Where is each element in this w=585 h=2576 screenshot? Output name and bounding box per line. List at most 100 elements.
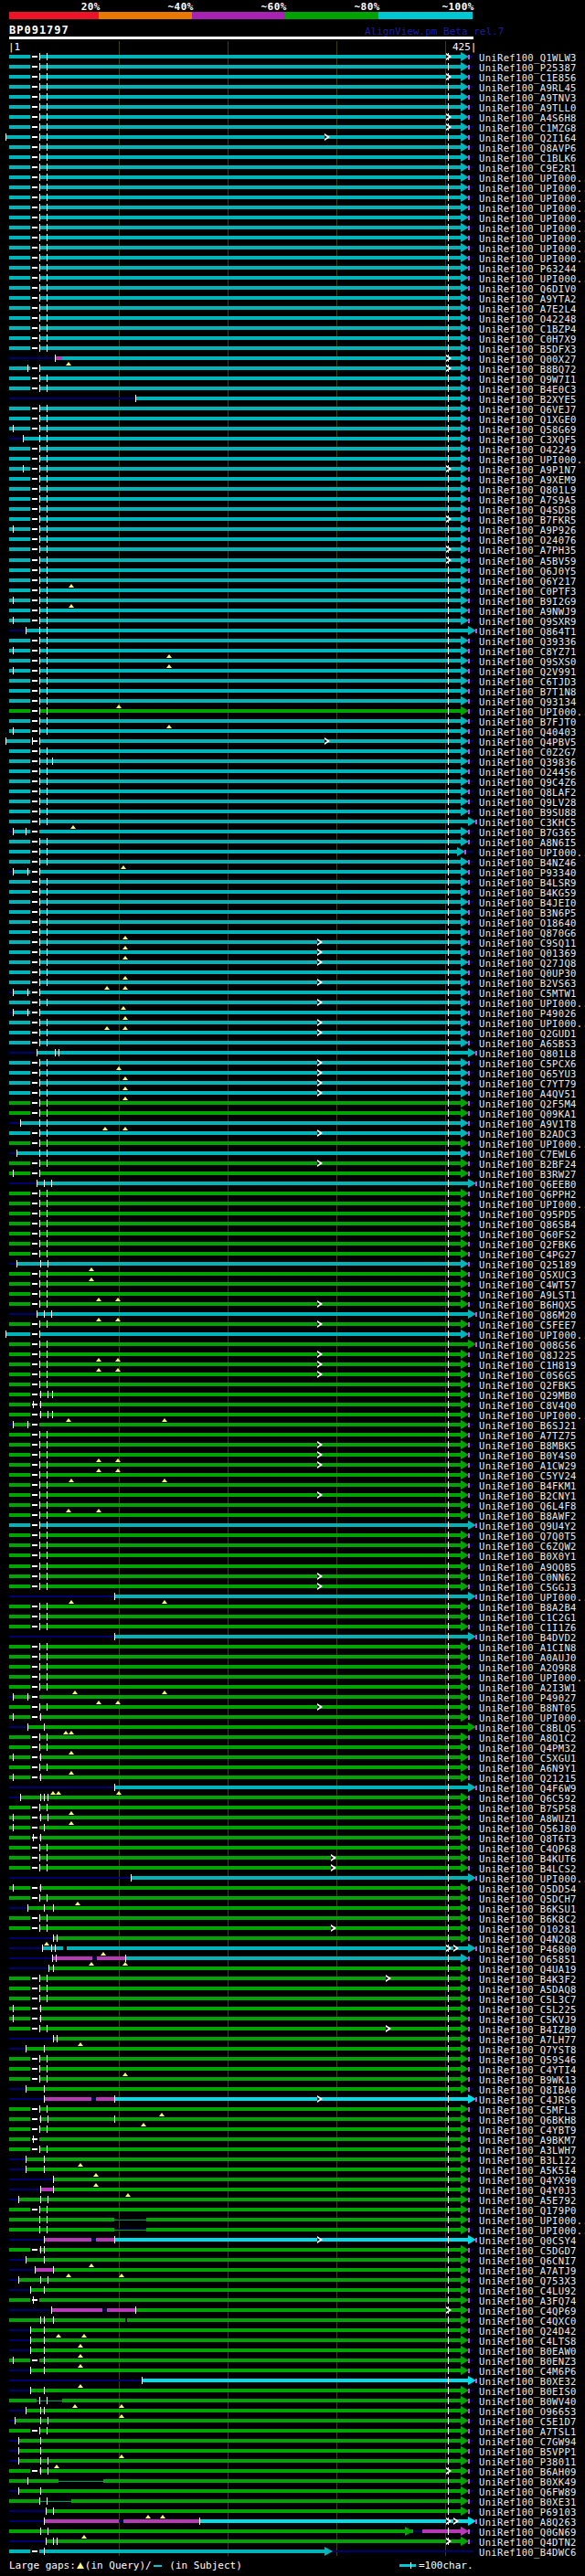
alignment-arrow bbox=[461, 253, 469, 262]
boundary-tick bbox=[39, 1854, 40, 1861]
hollow-arrow-inner bbox=[317, 1463, 320, 1467]
boundary-tick bbox=[39, 2427, 40, 2434]
gap-subject-dash-icon bbox=[32, 1524, 37, 1526]
boundary-tick bbox=[47, 1481, 48, 1489]
boundary-tick bbox=[47, 465, 48, 472]
boundary-tick bbox=[53, 2176, 54, 2183]
alignment-arrow bbox=[461, 313, 469, 323]
alignment-bar bbox=[9, 930, 461, 934]
alignment-bar bbox=[9, 336, 461, 340]
alignment-bar bbox=[13, 1695, 461, 1699]
boundary-tick bbox=[39, 184, 40, 191]
boundary-tick bbox=[39, 485, 40, 493]
boundary-tick bbox=[448, 1140, 449, 1147]
boundary-tick bbox=[18, 2457, 19, 2465]
alignment-bar bbox=[9, 1776, 461, 1779]
boundary-tick bbox=[448, 1603, 449, 1610]
alignment-bar bbox=[26, 2168, 461, 2171]
gap-subject-dash-icon bbox=[32, 881, 37, 883]
gap-query-triangle-icon bbox=[145, 2515, 151, 2518]
boundary-tick bbox=[32, 737, 33, 745]
boundary-tick bbox=[448, 2146, 449, 2153]
alignment-bar bbox=[37, 1182, 468, 1185]
alignment-bar bbox=[9, 2077, 461, 2081]
boundary-tick bbox=[40, 1884, 41, 1892]
boundary-tick bbox=[39, 1532, 40, 1539]
alignment-bar bbox=[27, 1906, 461, 1910]
alignment-arrow bbox=[461, 656, 469, 665]
gap-subject-dash-icon bbox=[32, 831, 37, 832]
boundary-tick bbox=[448, 103, 449, 111]
boundary-tick bbox=[47, 1552, 48, 1559]
boundary-tick bbox=[448, 1904, 449, 1912]
boundary-tick bbox=[39, 415, 40, 422]
alignment-bar bbox=[9, 346, 461, 350]
gap-subject-dash-icon bbox=[32, 1606, 37, 1607]
hollow-arrow-inner bbox=[386, 1977, 388, 1980]
alignment-arrow bbox=[461, 978, 469, 987]
boundary-tick bbox=[448, 1733, 449, 1741]
alignment-bar bbox=[114, 1595, 468, 1598]
boundary-tick bbox=[47, 63, 48, 70]
boundary-tick bbox=[42, 1945, 43, 1952]
boundary-tick bbox=[47, 577, 48, 584]
gap-query-triangle-icon bbox=[69, 1811, 74, 1815]
boundary-tick bbox=[13, 1713, 14, 1721]
boundary-tick bbox=[48, 1965, 49, 1972]
alignment-bar bbox=[199, 2519, 468, 2523]
boundary-tick bbox=[448, 2166, 449, 2173]
boundary-tick bbox=[448, 1220, 449, 1227]
boundary-tick bbox=[13, 1814, 14, 1821]
alignment-bar bbox=[9, 1342, 468, 1346]
boundary-tick bbox=[448, 234, 449, 241]
alignment-bar bbox=[9, 1433, 461, 1436]
alignment-arrow bbox=[461, 958, 469, 967]
boundary-tick bbox=[39, 969, 40, 976]
alignment-arrow bbox=[461, 1410, 469, 1419]
gap-query-triangle-icon bbox=[119, 2404, 124, 2408]
boundary-tick bbox=[448, 1351, 449, 1358]
gap-subject-dash-icon bbox=[32, 1444, 37, 1446]
hollow-arrow-inner bbox=[446, 517, 449, 521]
alignment-bar bbox=[9, 970, 461, 974]
gap-subject-dash-icon bbox=[32, 1746, 37, 1748]
alignment-arrow bbox=[461, 1572, 469, 1581]
boundary-tick bbox=[47, 798, 48, 805]
boundary-tick bbox=[448, 1633, 449, 1640]
alignment-bar bbox=[9, 699, 461, 703]
boundary-tick bbox=[56, 1955, 57, 1962]
boundary-tick bbox=[135, 395, 136, 402]
gap-subject-dash-icon bbox=[32, 2078, 37, 2080]
boundary-tick bbox=[58, 1049, 59, 1056]
boundary-tick bbox=[448, 2477, 449, 2485]
boundary-tick bbox=[47, 143, 48, 151]
alignment-arrow bbox=[461, 2275, 469, 2284]
alignment-bar bbox=[9, 1866, 461, 1870]
alignment-bar bbox=[9, 669, 461, 673]
boundary-tick bbox=[39, 143, 40, 151]
gap-subject-dash-icon bbox=[32, 1998, 37, 1999]
boundary-tick bbox=[39, 908, 40, 916]
boundary-tick bbox=[39, 234, 40, 241]
gap-query-triangle-icon bbox=[122, 2072, 128, 2076]
alignment-arrow bbox=[468, 1783, 476, 1792]
alignment-arrow bbox=[461, 1733, 469, 1742]
alignment-bar bbox=[9, 1272, 461, 1276]
boundary-tick bbox=[448, 2156, 449, 2163]
alignment-bar bbox=[71, 2499, 461, 2503]
alignment-arrow bbox=[461, 233, 469, 242]
boundary-tick bbox=[448, 1250, 449, 1257]
boundary-tick bbox=[47, 525, 48, 533]
boundary-tick bbox=[448, 1593, 449, 1600]
boundary-tick bbox=[13, 989, 14, 996]
boundary-tick bbox=[44, 2256, 45, 2263]
boundary-tick bbox=[53, 1935, 54, 1942]
hollow-arrow-inner bbox=[317, 1443, 320, 1447]
gap-query-triangle-icon bbox=[122, 1127, 128, 1130]
alignment-arrow bbox=[468, 1521, 476, 1530]
alignment-arrow bbox=[461, 243, 469, 252]
boundary-tick bbox=[47, 818, 48, 825]
alignment-bar bbox=[9, 2147, 461, 2151]
hollow-arrow-inner bbox=[446, 2539, 449, 2543]
boundary-tick bbox=[448, 1270, 449, 1277]
